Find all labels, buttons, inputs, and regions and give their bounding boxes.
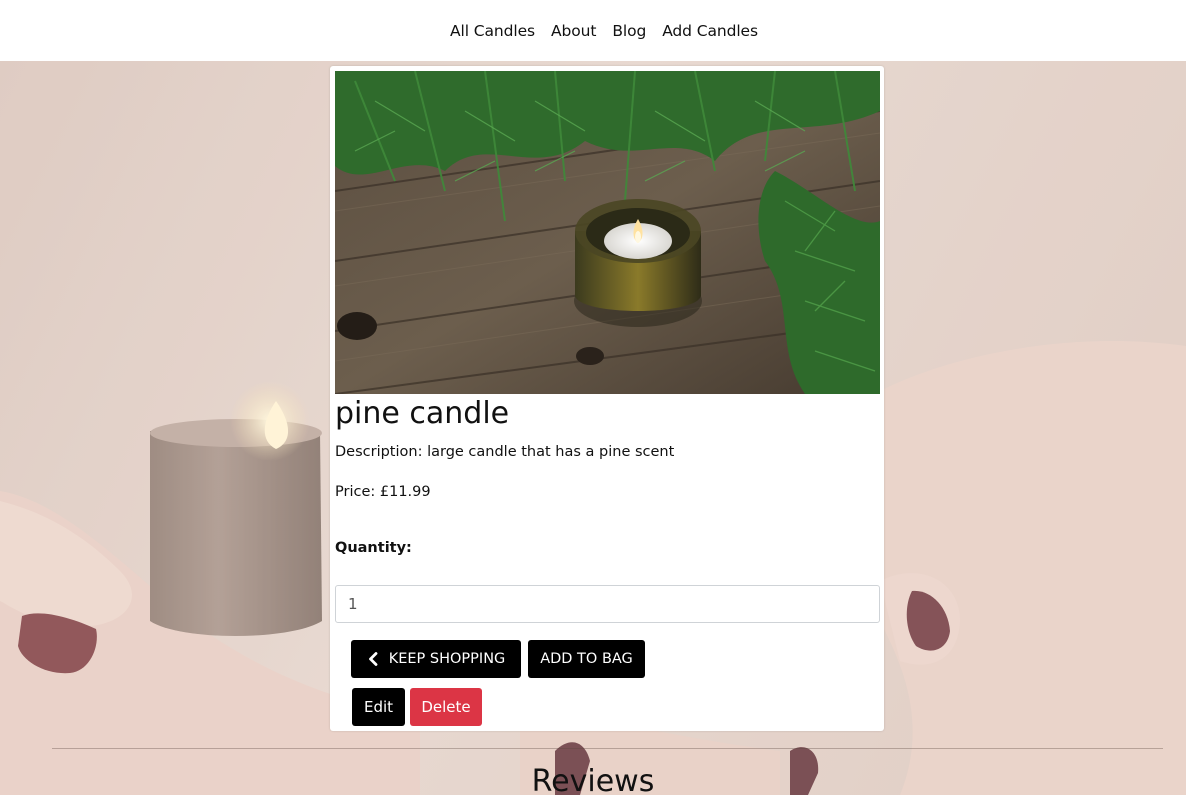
nav-link-blog[interactable]: Blog	[612, 22, 646, 40]
top-navbar: All Candles About Blog Add Candles	[0, 0, 1186, 61]
nav-link-add-candles[interactable]: Add Candles	[662, 22, 758, 40]
keep-shopping-label: KEEP SHOPPING	[388, 651, 506, 667]
reviews-divider	[52, 748, 1163, 749]
quantity-input[interactable]	[335, 585, 880, 623]
chevron-left-icon	[367, 652, 379, 666]
add-to-bag-button[interactable]: ADD TO BAG	[528, 640, 645, 678]
nav-links: All Candles About Blog Add Candles	[450, 22, 758, 40]
product-title: pine candle	[335, 396, 510, 431]
keep-shopping-button[interactable]: KEEP SHOPPING	[351, 640, 521, 678]
edit-button[interactable]: Edit	[352, 688, 405, 726]
reviews-title: Reviews	[531, 764, 655, 795]
product-image	[335, 71, 880, 394]
delete-button[interactable]: Delete	[410, 688, 482, 726]
nav-link-all-candles[interactable]: All Candles	[450, 22, 535, 40]
product-description: Description: large candle that has a pin…	[335, 444, 675, 460]
product-card: pine candle Description: large candle th…	[330, 66, 884, 731]
product-price: Price: £11.99	[335, 484, 431, 500]
quantity-label: Quantity:	[335, 540, 412, 556]
nav-link-about[interactable]: About	[551, 22, 596, 40]
